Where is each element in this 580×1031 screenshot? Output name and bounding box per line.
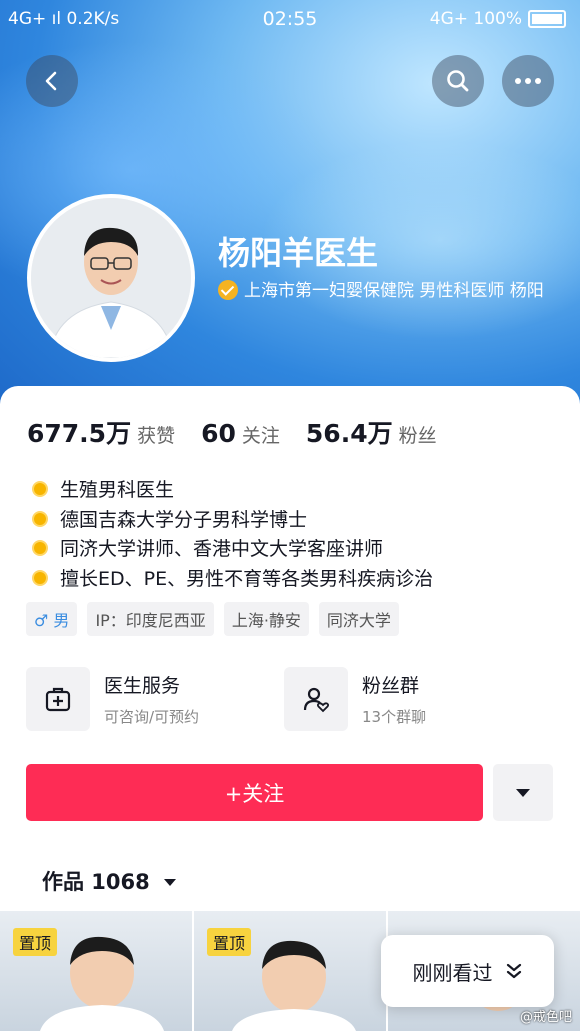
medical-kit-icon (45, 687, 71, 712)
tag-school[interactable]: 同济大学 (318, 602, 399, 636)
following-count: 60 (201, 419, 236, 448)
pinned-badge: 置顶 (207, 928, 252, 956)
follow-button[interactable]: +关注 (26, 764, 483, 821)
search-icon (447, 70, 469, 92)
sun-icon (30, 479, 50, 499)
caret-down-icon (516, 788, 530, 797)
profile-tags: ♂ 男 IP：印度尼西亚 上海·静安 同济大学 (26, 602, 399, 636)
bio-text: 擅长ED、PE、男性不育等各类男科疾病诊治 (60, 567, 434, 590)
profile-name: 杨阳羊医生 (218, 234, 379, 272)
bio-line: 擅长ED、PE、男性不育等各类男科疾病诊治 (30, 565, 433, 595)
service-icon-box (26, 667, 90, 731)
followers-count: 56.4万 (305, 419, 393, 448)
recently-viewed-button[interactable]: 刚刚看过 (381, 935, 554, 1007)
bio-line: 德国吉森大学分子男科学博士 (30, 506, 433, 536)
works-tab-label: 作品 1068 (42, 870, 150, 894)
video-thumbnail[interactable]: 置顶 (0, 911, 192, 1031)
back-arrow-icon (45, 71, 57, 91)
verification-info: 上海市第一妇婴保健院 男性科医师 杨阳 (218, 278, 558, 304)
status-right: 4G+ 100% (430, 9, 566, 29)
fan-group-title: 粉丝群 (362, 675, 420, 697)
doctor-service-entry[interactable]: 医生服务 可咨询/可预约 (26, 667, 199, 731)
recently-viewed-label: 刚刚看过 (412, 960, 493, 985)
back-button[interactable] (26, 55, 78, 107)
likes-count: 677.5万 (27, 419, 132, 448)
watermark: @戒色吧 (519, 1010, 572, 1025)
profile-stats: 677.5万 获赞 60 关注 56.4万 粉丝 (27, 414, 463, 450)
service-subtitle: 可咨询/可预约 (104, 708, 200, 726)
pinned-badge: 置顶 (13, 928, 58, 956)
caret-down-icon (164, 879, 177, 886)
fan-group-icon-box (284, 667, 348, 731)
following-stat[interactable]: 60 关注 (201, 419, 280, 448)
more-options-button[interactable] (502, 55, 554, 107)
battery-icon (528, 10, 566, 28)
bio-text: 同济大学讲师、香港中文大学客座讲师 (60, 538, 384, 560)
followers-label: 粉丝 (398, 425, 437, 447)
bio-text: 德国吉森大学分子男科学博士 (60, 508, 308, 531)
tag-gender: ♂ 男 (26, 602, 78, 636)
tag-location[interactable]: 上海·静安 (223, 602, 309, 636)
following-label: 关注 (241, 425, 280, 447)
fan-group-entry[interactable]: 粉丝群 13个群聊 (284, 667, 426, 731)
likes-stat[interactable]: 677.5万 获赞 (27, 414, 175, 450)
works-tab[interactable]: 作品 1068 (42, 866, 177, 896)
sun-icon (30, 568, 50, 588)
video-thumbnail[interactable]: 置顶 (194, 911, 386, 1031)
status-right-text: 4G+ 100% (429, 9, 522, 29)
fan-group-subtitle: 13个群聊 (362, 708, 427, 726)
bio-line: 同济大学讲师、香港中文大学客座讲师 (30, 535, 433, 565)
sun-icon (30, 538, 50, 558)
followers-stat[interactable]: 56.4万 粉丝 (306, 414, 437, 450)
verified-badge-icon (218, 280, 238, 300)
profile-bio: 生殖男科医生 德国吉森大学分子男科学博士 同济大学讲师、香港中文大学客座讲师 擅… (30, 476, 433, 594)
user-heart-icon (303, 687, 330, 713)
avatar[interactable] (27, 194, 195, 362)
follow-more-dropdown[interactable] (493, 764, 553, 821)
likes-label: 获赞 (137, 425, 176, 447)
service-title: 医生服务 (104, 675, 181, 697)
verification-text: 上海市第一妇婴保健院 男性科医师 杨阳 (244, 281, 544, 301)
bio-text: 生殖男科医生 (60, 479, 175, 501)
search-button[interactable] (432, 55, 484, 107)
ellipsis-icon (515, 78, 541, 84)
bio-line: 生殖男科医生 (30, 476, 433, 506)
tag-ip: IP：印度尼西亚 (87, 602, 214, 636)
status-bar: 4G+ ıl 0.2K/s 02:55 4G+ 100% (0, 0, 580, 40)
doctor-portrait-image (31, 198, 191, 358)
double-chevron-down-icon (506, 963, 521, 979)
sun-icon (30, 509, 50, 529)
